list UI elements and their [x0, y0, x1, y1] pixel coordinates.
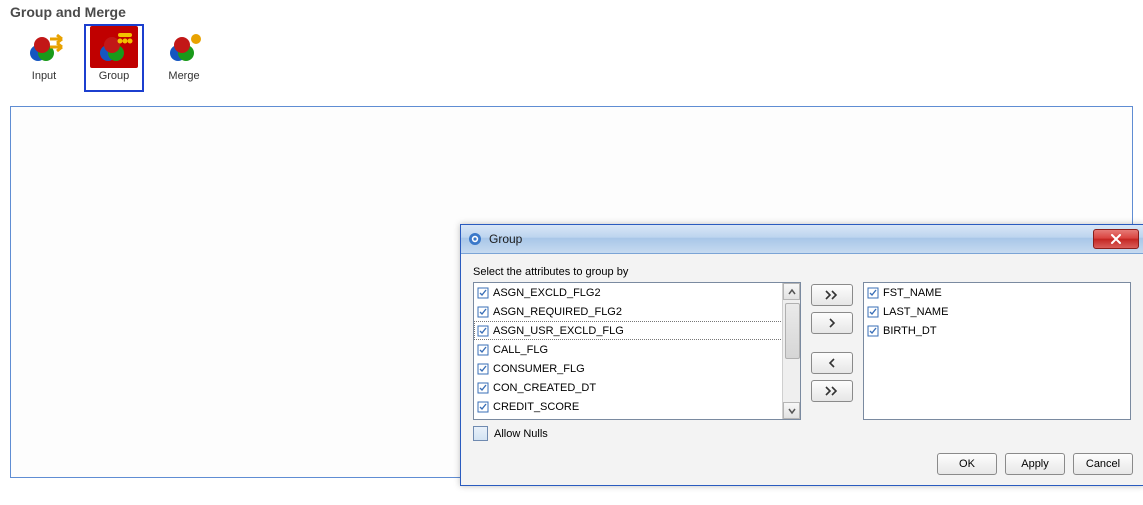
remove-all-button[interactable] [811, 380, 853, 402]
close-icon [1110, 234, 1122, 244]
attribute-icon [477, 306, 489, 318]
dialog-titlebar[interactable]: Group [461, 225, 1143, 254]
available-attributes-listbox[interactable]: ASGN_EXCLD_FLG2 ASGN_REQUIRED_FLG2 ASGN_US… [473, 282, 801, 420]
group-dialog: Group Select the attributes to group by … [460, 224, 1143, 486]
scroll-down-button[interactable] [783, 402, 800, 419]
double-chevron-right-icon [824, 386, 840, 396]
list-item-label: ASGN_EXCLD_FLG2 [493, 287, 601, 299]
dialog-instruction: Select the attributes to group by [473, 266, 1131, 278]
add-one-button[interactable] [811, 312, 853, 334]
chevron-left-icon [827, 358, 837, 368]
scroll-up-button[interactable] [783, 283, 800, 300]
chevron-down-icon [788, 407, 796, 415]
list-item-label: CREDIT_SCORE [493, 401, 579, 413]
toolbar-item-label: Merge [168, 70, 199, 82]
list-item[interactable]: BIRTH_DT [864, 321, 1130, 340]
dialog-title-icon [467, 231, 483, 247]
mode-toolbar: Input Group Merge [0, 22, 1143, 96]
dialog-body: Select the attributes to group by ASGN_E… [461, 254, 1143, 447]
attribute-icon [477, 382, 489, 394]
list-item-label: ASGN_REQUIRED_FLG2 [493, 306, 622, 318]
add-all-button[interactable] [811, 284, 853, 306]
dialog-close-button[interactable] [1093, 229, 1139, 249]
list-item-label: BIRTH_DT [883, 325, 937, 337]
toolbar-item-label: Input [32, 70, 56, 82]
toolbar-item-label: Group [99, 70, 130, 82]
attribute-icon [477, 401, 489, 413]
selected-attributes-listbox[interactable]: FST_NAME LAST_NAME BIRTH_DT [863, 282, 1131, 420]
attribute-icon [477, 344, 489, 356]
chevron-right-icon [827, 318, 837, 328]
list-item[interactable]: CREDIT_SCORE [474, 397, 783, 416]
attribute-icon [477, 325, 489, 337]
chevron-up-icon [788, 288, 796, 296]
page-title: Group and Merge [0, 0, 1143, 22]
double-chevron-right-icon [824, 290, 840, 300]
attribute-icon [477, 363, 489, 375]
list-item[interactable]: LAST_NAME [864, 302, 1130, 321]
scroll-thumb[interactable] [785, 303, 800, 359]
attribute-icon [867, 306, 879, 318]
merge-icon [160, 26, 208, 68]
list-item-label: CON_CREATED_DT [493, 382, 596, 394]
toolbar-item-merge[interactable]: Merge [154, 24, 214, 92]
scrollbar [782, 283, 800, 419]
attribute-icon [477, 287, 489, 299]
list-item[interactable]: ASGN_USR_EXCLD_FLG [474, 321, 783, 340]
group-icon [90, 26, 138, 68]
list-item-label: CONSUMER_FLG [493, 363, 585, 375]
dialog-title: Group [489, 232, 522, 246]
apply-button[interactable]: Apply [1005, 453, 1065, 475]
list-item[interactable]: CONSUMER_FLG [474, 359, 783, 378]
attribute-icon [867, 287, 879, 299]
move-buttons [811, 282, 853, 402]
list-item-label: FST_NAME [883, 287, 942, 299]
ok-button[interactable]: OK [937, 453, 997, 475]
list-item[interactable]: FST_NAME [864, 283, 1130, 302]
list-item[interactable]: CUST_END_DT [474, 416, 783, 419]
allow-nulls-label: Allow Nulls [494, 428, 548, 440]
allow-nulls-checkbox[interactable] [473, 426, 488, 441]
list-item-label: CALL_FLG [493, 344, 548, 356]
input-icon [20, 26, 68, 68]
list-item[interactable]: ASGN_REQUIRED_FLG2 [474, 302, 783, 321]
toolbar-item-group[interactable]: Group [84, 24, 144, 92]
remove-one-button[interactable] [811, 352, 853, 374]
dialog-footer: OK Apply Cancel [461, 447, 1143, 485]
attribute-icon [867, 325, 879, 337]
cancel-button[interactable]: Cancel [1073, 453, 1133, 475]
list-item[interactable]: CALL_FLG [474, 340, 783, 359]
list-item-label: ASGN_USR_EXCLD_FLG [493, 325, 624, 337]
list-item[interactable]: ASGN_EXCLD_FLG2 [474, 283, 783, 302]
toolbar-item-input[interactable]: Input [14, 24, 74, 92]
list-item[interactable]: CON_CREATED_DT [474, 378, 783, 397]
list-item-label: LAST_NAME [883, 306, 948, 318]
